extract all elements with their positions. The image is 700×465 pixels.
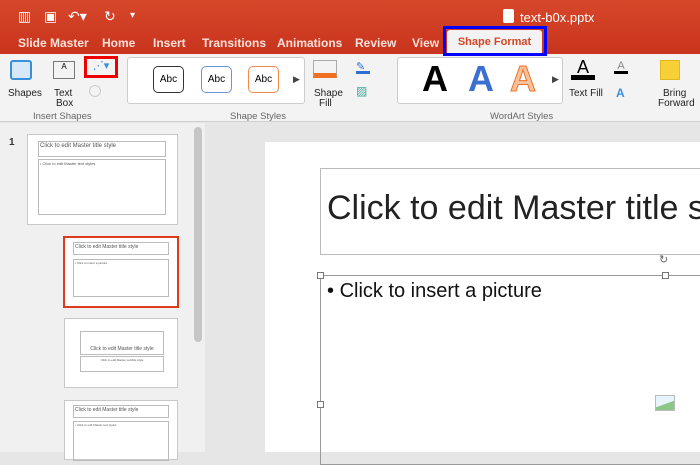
- resize-handle[interactable]: [317, 401, 324, 408]
- thumb-body: • Click to insert a picture: [73, 259, 169, 297]
- pptx-file-icon: [503, 9, 514, 23]
- wordart-style-orange[interactable]: A: [510, 58, 537, 100]
- picture-placeholder[interactable]: • Click to insert a picture: [320, 275, 700, 465]
- text-fill-button[interactable]: Text Fill: [569, 88, 603, 99]
- wordart-more-arrow-icon[interactable]: ▶: [552, 74, 559, 85]
- shapes-icon[interactable]: [10, 60, 32, 80]
- group-insert-shapes: Insert Shapes: [33, 111, 92, 122]
- thumbnail-layout-content[interactable]: Click to edit Master title style • Click…: [64, 400, 178, 461]
- wordart-style-blue[interactable]: A: [468, 58, 494, 100]
- save-icon[interactable]: ▣: [44, 8, 57, 25]
- thumb-title: Click to edit Master title style: [73, 242, 169, 255]
- placeholder-prompt: Click to insert a picture: [339, 280, 542, 302]
- thumb-title: Click to edit Master title style: [73, 405, 169, 418]
- gallery-more-arrow-icon[interactable]: ▶: [293, 74, 300, 85]
- title-bar: ▥ ▣ ↶▾ ↻ ▾ text-b0x.pptx Slide Master Ho…: [0, 0, 700, 54]
- shape-style-1[interactable]: Abc: [153, 66, 184, 93]
- shape-style-2[interactable]: Abc: [201, 66, 232, 93]
- tab-home[interactable]: Home: [102, 36, 135, 50]
- resize-handle[interactable]: [317, 272, 324, 279]
- picture-placeholder-text: • Click to insert a picture: [327, 280, 542, 302]
- tab-highlight: [443, 26, 547, 56]
- thumb-body: • Click to edit Master text styles: [73, 421, 169, 461]
- sidebar-icon[interactable]: ▥: [18, 8, 31, 25]
- resize-handle[interactable]: [662, 272, 669, 279]
- slide-number: 1: [9, 137, 15, 148]
- edit-shape-icon[interactable]: ⋰▾: [84, 56, 118, 78]
- tab-transitions[interactable]: Transitions: [202, 36, 266, 50]
- shape-fill-line2[interactable]: Fill: [319, 98, 332, 109]
- thumb-title: Click to edit Master title style: [38, 141, 166, 157]
- text-outline-icon[interactable]: A: [614, 60, 628, 74]
- text-fill-icon[interactable]: A: [571, 58, 595, 80]
- shape-outline-icon[interactable]: ✎: [356, 60, 370, 74]
- text-box-button-line2[interactable]: Box: [56, 98, 73, 109]
- thumbnail-layout-picture[interactable]: Click to edit Master title style • Click…: [63, 236, 179, 308]
- thumbnail-layout-title[interactable]: Click to edit Master title style Click t…: [64, 318, 178, 388]
- text-box-icon[interactable]: A: [53, 61, 75, 79]
- tab-view[interactable]: View: [412, 36, 439, 50]
- group-shape-styles: Shape Styles: [230, 111, 286, 122]
- tab-animations[interactable]: Animations: [277, 36, 342, 50]
- shapes-button[interactable]: Shapes: [8, 88, 42, 99]
- file-name: text-b0x.pptx: [520, 10, 595, 25]
- redo-icon[interactable]: ↻: [104, 8, 116, 25]
- bring-forward-line2[interactable]: Forward: [658, 98, 695, 109]
- shape-style-3[interactable]: Abc: [248, 66, 279, 93]
- rotate-handle-icon[interactable]: ↻: [659, 253, 668, 266]
- thumb-subtitle: Click to edit Master subtitle style: [80, 356, 164, 372]
- group-wordart-styles: WordArt Styles: [490, 111, 554, 122]
- text-effects-icon[interactable]: A: [616, 86, 625, 100]
- thumb-body: • Click to edit Master text styles: [38, 159, 166, 215]
- shape-fill-icon[interactable]: [313, 60, 337, 78]
- insert-picture-icon[interactable]: [655, 395, 675, 411]
- wordart-style-black[interactable]: A: [422, 58, 448, 100]
- merge-shapes-icon: [89, 85, 101, 97]
- thumbnail-slide-master[interactable]: Click to edit Master title style • Click…: [27, 134, 178, 225]
- shape-effects-icon[interactable]: ▨: [356, 84, 367, 98]
- tab-insert[interactable]: Insert: [153, 36, 186, 50]
- tab-slide-master[interactable]: Slide Master: [18, 36, 89, 50]
- thumbnails-scrollbar[interactable]: [194, 127, 202, 342]
- bring-forward-icon[interactable]: [660, 60, 680, 80]
- title-placeholder[interactable]: Click to edit Master title style: [320, 168, 700, 255]
- tab-review[interactable]: Review: [355, 36, 396, 50]
- thumb-title: Click to edit Master title style: [80, 331, 164, 355]
- customize-icon[interactable]: ▾: [130, 10, 135, 21]
- undo-icon[interactable]: ↶▾: [68, 8, 87, 25]
